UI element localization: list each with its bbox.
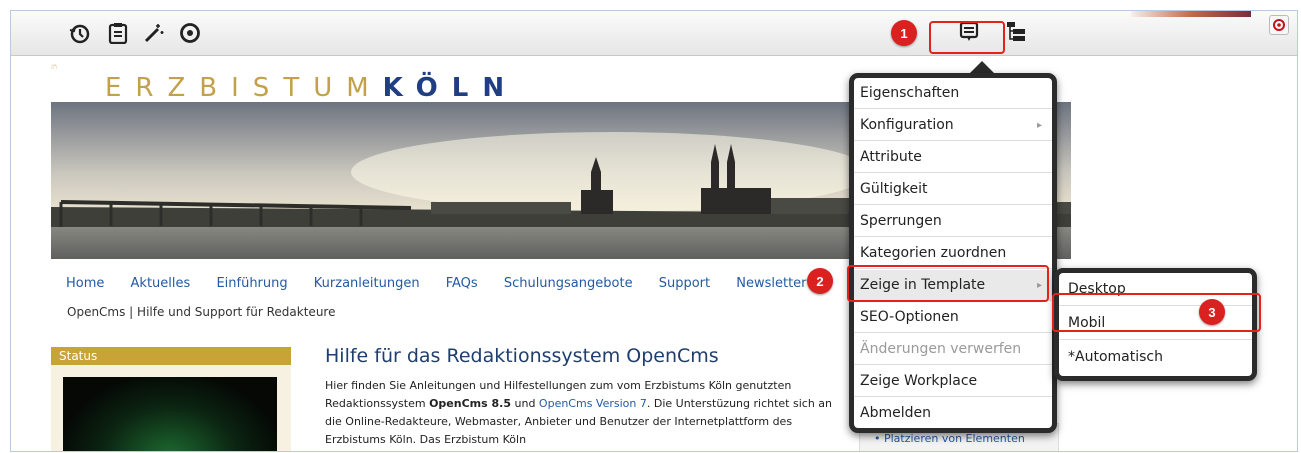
nav-item-home[interactable]: Home xyxy=(66,276,104,291)
opencms-toolbar xyxy=(11,11,1297,56)
menu-item-gueltigkeit[interactable]: Gültigkeit xyxy=(854,174,1052,205)
menu-item-seo-optionen[interactable]: SEO-Optionen xyxy=(854,302,1052,333)
nav-item-faqs[interactable]: FAQs xyxy=(446,276,478,291)
step-badge-3: 3 xyxy=(1199,299,1225,325)
power-icon[interactable] xyxy=(1269,15,1289,35)
menu-item-abmelden[interactable]: Abmelden xyxy=(854,398,1052,429)
step-badge-1: 1 xyxy=(891,20,917,46)
step-badge-2: 2 xyxy=(807,268,833,294)
highlight-context-icon xyxy=(929,21,1005,54)
menu-item-aenderungen-verwerfen: Änderungen verwerfen xyxy=(854,334,1052,365)
nav-item-einfuehrung[interactable]: Einführung xyxy=(216,276,287,291)
menu-item-zeige-workplace[interactable]: Zeige Workplace xyxy=(854,366,1052,397)
background-strip xyxy=(1131,11,1251,17)
menu-item-eigenschaften[interactable]: Eigenschaften xyxy=(854,78,1052,109)
nav-item-support[interactable]: Support xyxy=(659,276,710,291)
history-icon[interactable] xyxy=(67,20,93,46)
breadcrumb: OpenCms | Hilfe und Support für Redakteu… xyxy=(67,305,336,319)
target-icon[interactable] xyxy=(177,20,203,46)
submenu-item-automatisch[interactable]: *Automatisch xyxy=(1059,341,1252,374)
nav-item-newsletter[interactable]: Newsletter xyxy=(736,276,806,291)
status-panel: Status xyxy=(51,347,291,451)
clipboard-icon[interactable] xyxy=(105,20,131,46)
status-panel-title: Status xyxy=(51,347,291,365)
sitemap-icon[interactable] xyxy=(1003,19,1029,45)
submenu-arrow-icon: ▸ xyxy=(1036,120,1042,131)
intro-paragraph: Hier finden Sie Anleitungen und Hilfeste… xyxy=(325,379,833,446)
highlight-zeige-in-template xyxy=(847,265,1049,302)
menu-item-sperrungen[interactable]: Sperrungen xyxy=(854,206,1052,237)
menu-item-attribute[interactable]: Attribute xyxy=(854,142,1052,173)
nav-item-kurzanleitungen[interactable]: Kurzanleitungen xyxy=(314,276,420,291)
site-logo[interactable]: ERZBISTUMKÖLN xyxy=(105,73,518,103)
highlight-mobil xyxy=(1052,293,1261,332)
opencms7-link[interactable]: OpenCms Version 7 xyxy=(539,397,647,410)
status-image xyxy=(63,377,277,451)
menu-item-konfiguration[interactable]: Konfiguration ▸ xyxy=(854,110,1052,141)
page-title: Hilfe für das Redaktionssystem OpenCms xyxy=(325,345,719,367)
main-navigation: Home Aktuelles Einführung Kurzanleitunge… xyxy=(66,276,829,291)
context-menu: Eigenschaften Konfiguration ▸ Attribute G… xyxy=(849,73,1057,433)
browser-frame: ERZBISTUMKÖLN Home Aktuelles Einführung … xyxy=(10,10,1298,452)
nav-item-schulungsangebote[interactable]: Schulungsangebote xyxy=(504,276,633,291)
magic-wand-icon[interactable] xyxy=(141,20,167,46)
nav-item-aktuelles[interactable]: Aktuelles xyxy=(131,276,191,291)
